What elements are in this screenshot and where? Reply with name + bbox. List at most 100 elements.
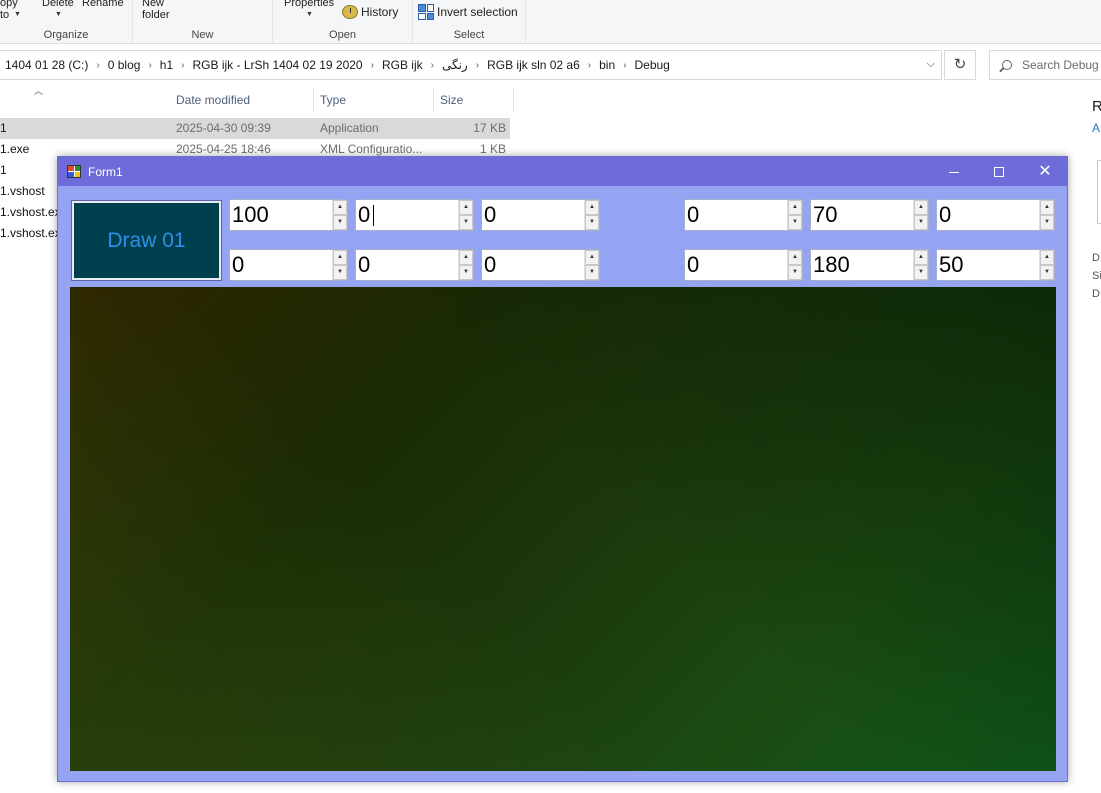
chevron-down-icon: ▼ (306, 11, 313, 18)
spin-down-icon[interactable]: ▼ (914, 215, 928, 230)
chevron-down-icon: ▼ (14, 11, 21, 18)
spin-up-icon[interactable]: ▲ (333, 250, 347, 265)
chevron-right-icon: › (587, 59, 592, 71)
search-box[interactable]: Search Debug (989, 50, 1101, 80)
draw-button[interactable]: Draw 01 (71, 200, 222, 281)
spin-down-icon[interactable]: ▼ (788, 215, 802, 230)
numeric-spinner[interactable]: 0 ▲ ▼ (355, 249, 474, 281)
address-bar[interactable]: 1404 01 28 (C:) › 0 blog › h1 › RGB ijk … (0, 50, 942, 80)
spinner-arrows: ▲ ▼ (913, 200, 928, 230)
numeric-spinner[interactable]: 180 ▲ ▼ (810, 249, 929, 281)
spin-down-icon[interactable]: ▼ (585, 215, 599, 230)
file-name: 1 (0, 163, 7, 177)
chevron-down-icon[interactable]: ⌵ (927, 58, 935, 71)
close-icon: ✕ (1038, 163, 1052, 180)
properties-button[interactable]: Properties (284, 0, 334, 9)
spinner-arrows: ▲ ▼ (787, 250, 802, 280)
spin-up-icon[interactable]: ▲ (914, 200, 928, 215)
chevron-right-icon: › (370, 59, 374, 71)
delete-button[interactable]: Delete (42, 0, 74, 9)
refresh-button[interactable]: ↻ (944, 50, 976, 80)
spin-up-icon[interactable]: ▲ (1040, 200, 1054, 215)
spinner-arrows: ▲ ▼ (332, 250, 347, 280)
open-group: Properties ▼ History Open (273, 0, 413, 44)
gradient-overlay (70, 287, 1056, 771)
breadcrumb-bin[interactable]: bin (595, 58, 619, 72)
numeric-spinner[interactable]: 0 ▲ ▼ (355, 199, 474, 231)
group-label-open: Open (329, 29, 356, 41)
history-button[interactable]: History (342, 5, 398, 19)
numeric-spinner[interactable]: 70 ▲ ▼ (810, 199, 929, 231)
spin-down-icon[interactable]: ▼ (459, 215, 473, 230)
breadcrumb-debug[interactable]: Debug (630, 58, 673, 72)
maximize-icon (994, 167, 1004, 178)
spin-down-icon[interactable]: ▼ (585, 265, 599, 280)
spin-up-icon[interactable]: ▲ (788, 200, 802, 215)
close-button[interactable]: ✕ (1022, 157, 1068, 186)
numeric-spinner[interactable]: 50 ▲ ▼ (936, 249, 1055, 281)
spin-up-icon[interactable]: ▲ (585, 200, 599, 215)
spinner-value: 0 (358, 202, 371, 227)
file-row[interactable]: 1.vshost.ex (0, 202, 60, 223)
breadcrumb-rgb-ijk[interactable]: RGB ijk (378, 58, 427, 72)
spin-up-icon[interactable]: ▲ (459, 250, 473, 265)
spin-down-icon[interactable]: ▼ (788, 265, 802, 280)
spin-up-icon[interactable]: ▲ (788, 250, 802, 265)
spin-down-icon[interactable]: ▼ (1040, 265, 1054, 280)
breadcrumb-blog[interactable]: 0 blog (104, 58, 145, 72)
window-title: Form1 (88, 164, 123, 179)
preview-thumbnail (1097, 160, 1101, 224)
file-row[interactable]: 1 (0, 160, 60, 181)
file-row[interactable]: 1.vshost (0, 181, 60, 202)
preview-subtitle: A (1092, 121, 1101, 135)
file-date: 2025-04-30 09:39 (176, 121, 271, 135)
chevron-down-icon: ▼ (55, 11, 62, 18)
spin-down-icon[interactable]: ▼ (459, 265, 473, 280)
breadcrumb-rgb-lrsh[interactable]: RGB ijk - LrSh 1404 02 19 2020 (188, 58, 366, 72)
new-folder-button[interactable]: New folder (142, 0, 170, 21)
breadcrumb-drive[interactable]: 1404 01 28 (C:) (1, 58, 92, 72)
file-row[interactable]: 1.vshost.ex (0, 223, 60, 244)
search-icon (1002, 60, 1012, 70)
numeric-spinner[interactable]: 0 ▲ ▼ (481, 199, 600, 231)
spinner-arrows: ▲ ▼ (584, 200, 599, 230)
spin-up-icon[interactable]: ▲ (585, 250, 599, 265)
spin-down-icon[interactable]: ▼ (1040, 215, 1054, 230)
spin-down-icon[interactable]: ▼ (333, 215, 347, 230)
spin-down-icon[interactable]: ▼ (333, 265, 347, 280)
file-name: 1.vshost.ex (0, 226, 60, 240)
breadcrumb-h1[interactable]: h1 (156, 58, 177, 72)
maximize-button[interactable] (976, 157, 1022, 186)
spinner-arrows: ▲ ▼ (1039, 200, 1054, 230)
ribbon: opy to ▼ Delete ▼ Rename Organize New fo… (0, 0, 1101, 44)
spin-up-icon[interactable]: ▲ (1040, 250, 1054, 265)
file-row[interactable]: 1 2025-04-30 09:39 Application 17 KB (0, 118, 510, 139)
preview-detail: D (1092, 252, 1100, 264)
preview-detail: D (1092, 288, 1100, 300)
numeric-spinner[interactable]: 0 ▲ ▼ (684, 249, 803, 281)
numeric-spinner[interactable]: 0 ▲ ▼ (229, 249, 348, 281)
spinner-value: 0 (484, 202, 497, 227)
chevron-right-icon: › (430, 59, 434, 71)
spin-up-icon[interactable]: ▲ (914, 250, 928, 265)
minimize-button[interactable] (931, 157, 977, 186)
spinner-arrows: ▲ ▼ (1039, 250, 1054, 280)
numeric-spinner[interactable]: 0 ▲ ▼ (936, 199, 1055, 231)
spin-up-icon[interactable]: ▲ (459, 200, 473, 215)
spinner-value: 180 (813, 252, 850, 277)
spin-down-icon[interactable]: ▼ (914, 265, 928, 280)
rename-button[interactable]: Rename (82, 0, 124, 9)
column-size[interactable]: Size (434, 88, 514, 112)
column-type[interactable]: Type (314, 88, 434, 112)
numeric-spinner[interactable]: 0 ▲ ▼ (481, 249, 600, 281)
breadcrumb-rangi[interactable]: رنگی (438, 58, 472, 72)
title-bar[interactable]: Form1 ✕ (58, 157, 1067, 186)
breadcrumb-sln[interactable]: RGB ijk sln 02 a6 (483, 58, 584, 72)
invert-selection-button[interactable]: Invert selection (418, 4, 518, 20)
spinner-value: 70 (813, 202, 838, 227)
invert-selection-label: Invert selection (437, 5, 518, 19)
numeric-spinner[interactable]: 0 ▲ ▼ (684, 199, 803, 231)
spin-up-icon[interactable]: ▲ (333, 200, 347, 215)
column-date-modified[interactable]: Date modified (170, 88, 314, 112)
numeric-spinner[interactable]: 100 ▲ ▼ (229, 199, 348, 231)
